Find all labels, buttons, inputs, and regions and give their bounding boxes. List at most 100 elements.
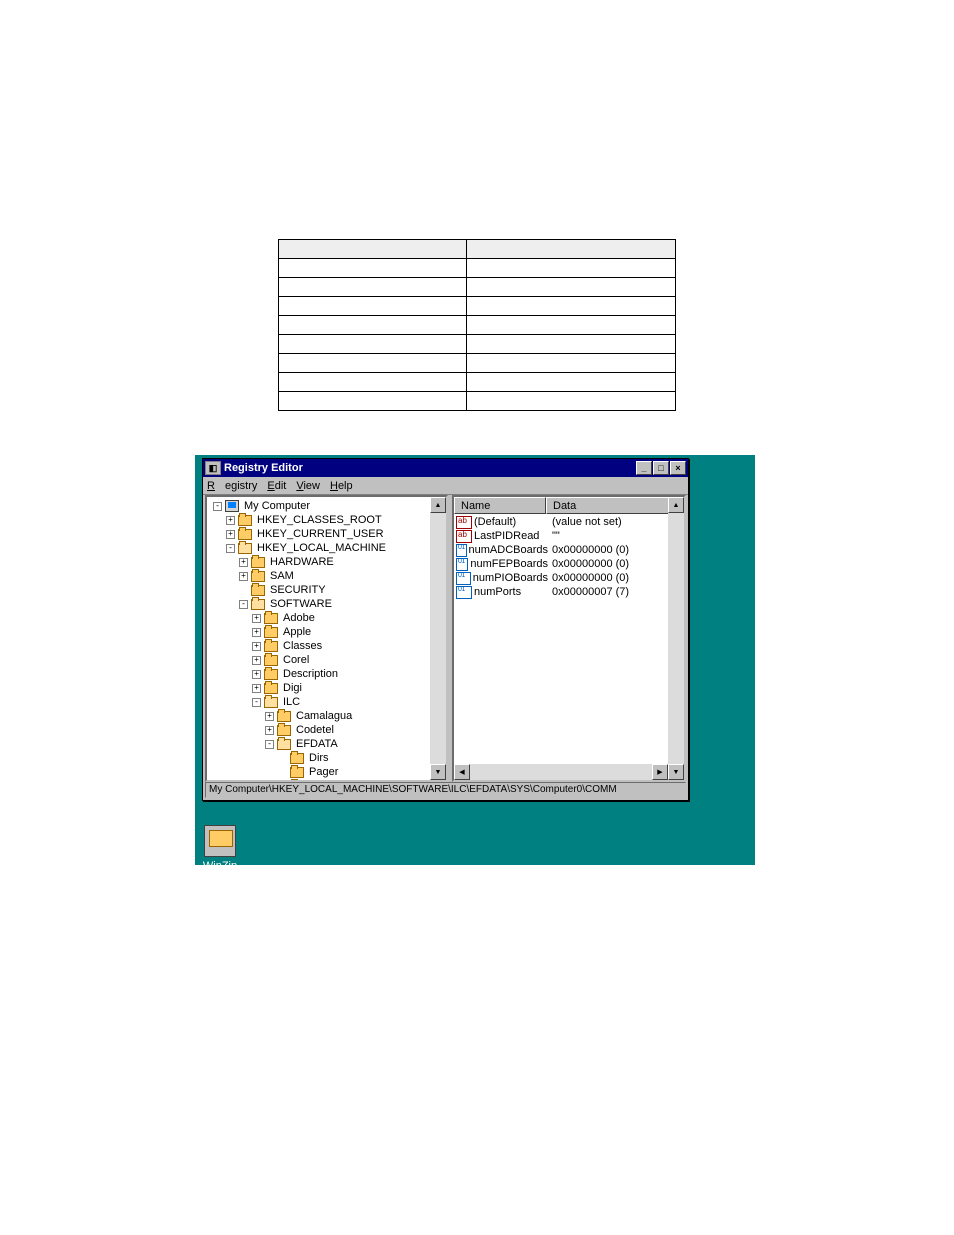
- expand-icon[interactable]: +: [265, 726, 274, 735]
- tree-node-label: Codetel: [296, 723, 334, 737]
- tree-node[interactable]: -My Computer: [209, 499, 446, 513]
- col-data[interactable]: Data: [546, 497, 684, 514]
- binary-value-icon: [456, 586, 472, 599]
- tree-vscrollbar[interactable]: ▲ ▼: [430, 497, 446, 780]
- list-row[interactable]: numPorts 0x00000007 (7): [456, 585, 684, 599]
- tree-node-label: HKEY_LOCAL_MACHINE: [257, 541, 386, 555]
- col-name[interactable]: Name: [454, 497, 546, 514]
- tree-node[interactable]: + Corel: [209, 653, 446, 667]
- expand-icon[interactable]: +: [252, 628, 261, 637]
- collapse-icon[interactable]: -: [226, 544, 235, 553]
- folder-closed-icon: [264, 640, 280, 653]
- string-value-icon: [456, 530, 472, 543]
- tree-node-label: HKEY_CLASSES_ROOT: [257, 513, 382, 527]
- expand-icon[interactable]: +: [226, 530, 235, 539]
- tree-node[interactable]: +HARDWARE: [209, 555, 446, 569]
- value-name: numPorts: [474, 586, 521, 598]
- folder-closed-icon: [264, 682, 280, 695]
- system-menu-icon[interactable]: ◧: [205, 461, 221, 475]
- list-vscrollbar[interactable]: ▲ ▼: [668, 497, 684, 780]
- folder-closed-icon: [238, 528, 254, 541]
- expand-icon[interactable]: +: [239, 558, 248, 567]
- value-name: numADCBoards: [469, 544, 548, 556]
- value-data: 0x00000000 (0): [548, 572, 684, 584]
- collapse-icon[interactable]: -: [239, 600, 248, 609]
- expand-icon[interactable]: +: [265, 712, 274, 721]
- tree-node[interactable]: + SAM: [209, 569, 446, 583]
- list-row[interactable]: (Default)(value not set): [456, 515, 684, 529]
- list-header[interactable]: Name Data: [454, 497, 684, 514]
- list-row[interactable]: numADCBoards0x00000000 (0): [456, 543, 684, 557]
- collapse-icon[interactable]: -: [252, 698, 261, 707]
- tree-node[interactable]: -EFDATA: [209, 737, 446, 751]
- scroll-right-icon[interactable]: ▶: [652, 764, 668, 780]
- expand-icon[interactable]: +: [252, 656, 261, 665]
- folder-closed-icon: [277, 710, 293, 723]
- binary-value-icon: [456, 558, 468, 571]
- statusbar: My Computer\HKEY_LOCAL_MACHINE\SOFTWARE\…: [205, 782, 686, 798]
- expand-icon[interactable]: +: [252, 642, 261, 651]
- menu-registry[interactable]: Registry: [207, 480, 257, 492]
- tree-node[interactable]: SECURITY: [209, 583, 446, 597]
- tree-node-label: Dirs: [309, 751, 329, 765]
- tree-node[interactable]: + Codetel: [209, 723, 446, 737]
- list-pane[interactable]: Name Data (Default)(value not set)LastPI…: [452, 495, 686, 782]
- tree-node[interactable]: -SOFTWARE: [209, 597, 446, 611]
- tree-node-label: Pager: [309, 765, 338, 779]
- close-button[interactable]: ×: [670, 461, 686, 475]
- tree-node-label: SAM: [270, 569, 294, 583]
- maximize-button[interactable]: □: [653, 461, 669, 475]
- scroll-down-icon[interactable]: ▼: [668, 764, 684, 780]
- folder-closed-icon: [264, 612, 280, 625]
- list-row[interactable]: numPIOBoards0x00000000 (0): [456, 571, 684, 585]
- tree-node-label: Camalagua: [296, 709, 352, 723]
- desktop-icon-winzip[interactable]: WinZip: [200, 825, 240, 872]
- scroll-up-icon[interactable]: ▲: [668, 497, 684, 513]
- tree-node[interactable]: + Camalagua: [209, 709, 446, 723]
- menu-view[interactable]: View: [296, 480, 320, 492]
- collapse-icon[interactable]: -: [213, 502, 222, 511]
- tree-node[interactable]: +Apple: [209, 625, 446, 639]
- folder-open-icon: [277, 738, 293, 751]
- value-name: numPIOBoards: [473, 572, 548, 584]
- minimize-button[interactable]: _: [636, 461, 652, 475]
- expand-icon[interactable]: +: [252, 684, 261, 693]
- tree-node[interactable]: - ILC: [209, 695, 446, 709]
- folder-closed-icon: [290, 752, 306, 765]
- tree-node[interactable]: +Digi: [209, 681, 446, 695]
- value-data: (value not set): [548, 516, 684, 528]
- expand-icon[interactable]: +: [239, 572, 248, 581]
- list-row[interactable]: numFEPBoards0x00000000 (0): [456, 557, 684, 571]
- collapse-icon[interactable]: -: [265, 740, 274, 749]
- tree-node-label: ILC: [283, 695, 300, 709]
- tree-node-label: SECURITY: [270, 583, 326, 597]
- tree-node[interactable]: +Description: [209, 667, 446, 681]
- menu-edit[interactable]: Edit: [267, 480, 286, 492]
- folder-open-icon: [264, 696, 280, 709]
- scroll-up-icon[interactable]: ▲: [430, 497, 446, 513]
- list-hscrollbar[interactable]: ◀ ▶: [454, 764, 668, 780]
- value-data: 0x00000007 (7): [548, 586, 684, 598]
- tree-pane[interactable]: -My Computer + HKEY_CLASSES_ROOT+HKEY_CURR…: [205, 495, 448, 782]
- tree-node[interactable]: +HKEY_CURRENT_USER: [209, 527, 446, 541]
- titlebar[interactable]: ◧ Registry Editor _ □ ×: [203, 459, 688, 477]
- tree-node[interactable]: - HKEY_LOCAL_MACHINE: [209, 541, 446, 555]
- tree-node[interactable]: +Adobe: [209, 611, 446, 625]
- tree-node[interactable]: Parameters: [209, 779, 446, 780]
- tree-node[interactable]: Dirs: [209, 751, 446, 765]
- list-row[interactable]: LastPIDRead"": [456, 529, 684, 543]
- tree-node[interactable]: Pager: [209, 765, 446, 779]
- folder-open-icon: [238, 542, 254, 555]
- menu-help[interactable]: Help: [330, 480, 353, 492]
- tree-node[interactable]: + Classes: [209, 639, 446, 653]
- tree-node[interactable]: + HKEY_CLASSES_ROOT: [209, 513, 446, 527]
- scroll-left-icon[interactable]: ◀: [454, 764, 470, 780]
- scroll-down-icon[interactable]: ▼: [430, 764, 446, 780]
- expand-icon[interactable]: +: [226, 516, 235, 525]
- registry-editor-window: ◧ Registry Editor _ □ × Registry Edit Vi…: [202, 458, 689, 801]
- expand-icon[interactable]: +: [252, 670, 261, 679]
- expand-icon[interactable]: +: [252, 614, 261, 623]
- folder-closed-icon: [251, 570, 267, 583]
- tree-node-label: Corel: [283, 653, 309, 667]
- tree-node-label: Classes: [283, 639, 322, 653]
